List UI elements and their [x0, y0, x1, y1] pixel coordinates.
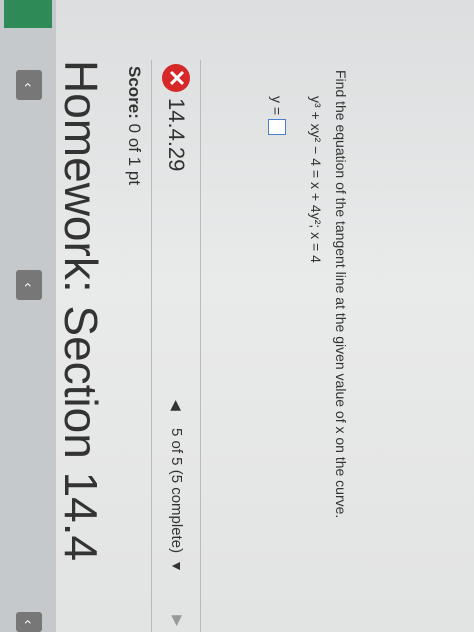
prev-question-icon[interactable]: ◀ — [169, 400, 186, 422]
page-title: Homework: Section 14.4 — [55, 60, 107, 562]
rotated-screen: ‹ ‹ ‹ Homework: Section 14.4 Score: 0 of… — [0, 0, 474, 632]
score-value: 0 of 1 pt — [125, 123, 144, 186]
question-pager: ◀ 5 of 5 (5 complete) ▼ ▶ — [162, 400, 192, 632]
question-menu-icon[interactable]: ▼ — [169, 559, 185, 573]
browser-top-strip: ‹ ‹ ‹ — [0, 0, 56, 632]
divider — [151, 60, 152, 632]
question-equation: y³ + xy² − 4 = x + 4y²; x = 4 — [308, 96, 324, 263]
answer-row: y = — [268, 96, 286, 136]
chevron-icon[interactable]: ‹ — [16, 270, 42, 300]
score-readout: Score: 0 of 1 pt — [124, 66, 144, 185]
x-icon: ✕ — [162, 64, 190, 92]
divider — [200, 60, 201, 632]
app-tab-green[interactable] — [4, 0, 52, 28]
question-number: 14.4.29 — [164, 98, 189, 172]
question-prompt: Find the equation of the tangent line at… — [333, 70, 349, 519]
pager-text: 5 of 5 (5 complete) — [168, 428, 186, 554]
next-question-icon[interactable]: ▶ — [169, 615, 186, 626]
chevron-icon[interactable]: ‹ — [16, 70, 42, 100]
score-label: Score: — [125, 66, 144, 119]
question-id: ✕ 14.4.29 — [160, 64, 192, 171]
answer-input[interactable] — [268, 119, 286, 136]
chevron-icon[interactable]: ‹ — [16, 612, 42, 632]
answer-label: y = — [269, 96, 285, 116]
